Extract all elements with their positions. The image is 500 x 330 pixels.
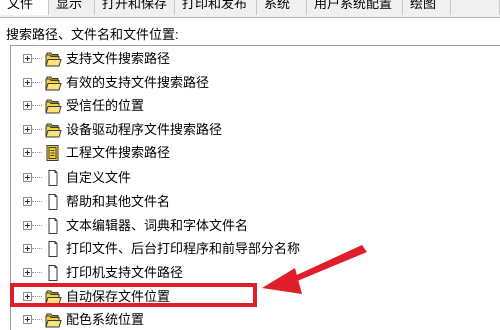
expand-plus-icon[interactable]	[23, 148, 32, 157]
tree-item[interactable]: 工程文件搜索路径	[11, 143, 491, 165]
tree-item[interactable]: 打印机支持文件路径	[11, 263, 491, 285]
tree-connector	[32, 272, 42, 273]
tree-item[interactable]: 文本编辑器、词典和字体文件名	[11, 216, 491, 238]
tree-connector	[32, 225, 42, 226]
tree-item-label: 自动保存文件位置	[66, 289, 171, 304]
tree-item[interactable]: 自动保存文件位置	[11, 287, 491, 309]
tree-connector	[32, 319, 42, 320]
tab-more[interactable]	[451, 0, 500, 15]
tree-item-label: 帮助和其他文件名	[66, 194, 171, 209]
tree-connector	[32, 82, 42, 83]
tree-item[interactable]: 打印文件、后台打印程序和前导部分名称	[11, 239, 491, 261]
tree-connector	[32, 129, 42, 130]
tree-item-label: 支持文件搜索路径	[66, 51, 171, 66]
tab-strip: 文件 显示 打开和保存 打印和发布 系统 用户系统配置 绘图	[0, 0, 500, 18]
file-locations-tree[interactable]: 支持文件搜索路径有效的支持文件搜索路径 受信任的位置设备驱动程序文件搜索路径 工程文…	[10, 45, 500, 330]
tree-item[interactable]: 配色系统位置	[11, 310, 491, 330]
tree-item-label: 自定义文件	[66, 170, 132, 185]
folder-stack-icon	[44, 311, 62, 329]
tree-item[interactable]: 帮助和其他文件名	[11, 192, 491, 214]
tree-connector	[32, 152, 42, 153]
folder-stack-icon	[44, 121, 62, 139]
tab-open-and-save[interactable]: 打开和保存	[95, 0, 175, 15]
tree-connector	[32, 201, 42, 202]
expand-plus-icon[interactable]	[23, 315, 32, 324]
expand-plus-icon[interactable]	[23, 54, 32, 63]
tab-drafting[interactable]: 绘图	[403, 0, 451, 15]
expand-plus-icon[interactable]	[23, 125, 32, 134]
expand-plus-icon[interactable]	[23, 244, 32, 253]
expand-plus-icon[interactable]	[23, 221, 32, 230]
document-icon	[44, 240, 62, 258]
document-icon	[44, 264, 62, 282]
folder-stack-icon	[44, 288, 62, 306]
expand-plus-icon[interactable]	[23, 173, 32, 182]
document-icon	[44, 217, 62, 235]
tree-item[interactable]: 自定义文件	[11, 168, 491, 190]
tree-item-label: 配色系统位置	[66, 312, 145, 327]
tab-user-preferences[interactable]: 用户系统配置	[307, 0, 403, 15]
expand-plus-icon[interactable]	[23, 78, 32, 87]
tree-item[interactable]: 支持文件搜索路径	[11, 49, 491, 71]
tree-connector	[32, 296, 42, 297]
search-paths-label: 搜索路径、文件名和文件位置:	[6, 27, 179, 42]
tab-plot-and-publish[interactable]: 打印和发布	[175, 0, 257, 15]
expand-plus-icon[interactable]	[23, 292, 32, 301]
tree-item-label: 文本编辑器、词典和字体文件名	[66, 218, 249, 233]
tree-item-label: 工程文件搜索路径	[66, 145, 171, 160]
folder-stack-icon	[44, 50, 62, 68]
tree-item-label: 设备驱动程序文件搜索路径	[66, 122, 223, 137]
options-dialog-files-tab: 文件 显示 打开和保存 打印和发布 系统 用户系统配置 绘图 搜索路径、文件名和…	[0, 0, 500, 330]
tree-connector	[32, 248, 42, 249]
tree-item-label: 有效的支持文件搜索路径	[66, 75, 210, 90]
tree-item-label: 受信任的位置	[66, 98, 145, 113]
tree-connector	[32, 177, 42, 178]
expand-plus-icon[interactable]	[23, 197, 32, 206]
folder-stack-icon	[44, 74, 62, 92]
tree-connector	[32, 58, 42, 59]
folder-stack-icon	[44, 97, 62, 115]
tree-connector	[32, 105, 42, 106]
tab-display[interactable]: 显示	[49, 0, 95, 15]
tree-item[interactable]: 有效的支持文件搜索路径	[11, 73, 491, 95]
tree-item[interactable]: 设备驱动程序文件搜索路径	[11, 120, 491, 142]
tree-item-label: 打印机支持文件路径	[66, 265, 184, 280]
tab-system[interactable]: 系统	[257, 0, 307, 15]
expand-plus-icon[interactable]	[23, 101, 32, 110]
tree-item-label: 打印文件、后台打印程序和前导部分名称	[66, 241, 301, 256]
document-icon	[44, 193, 62, 211]
expand-plus-icon[interactable]	[23, 268, 32, 277]
tree-item[interactable]: 受信任的位置	[11, 96, 491, 118]
document-icon	[44, 169, 62, 187]
project-file-icon	[44, 144, 62, 162]
tab-files[interactable]: 文件	[0, 0, 49, 15]
